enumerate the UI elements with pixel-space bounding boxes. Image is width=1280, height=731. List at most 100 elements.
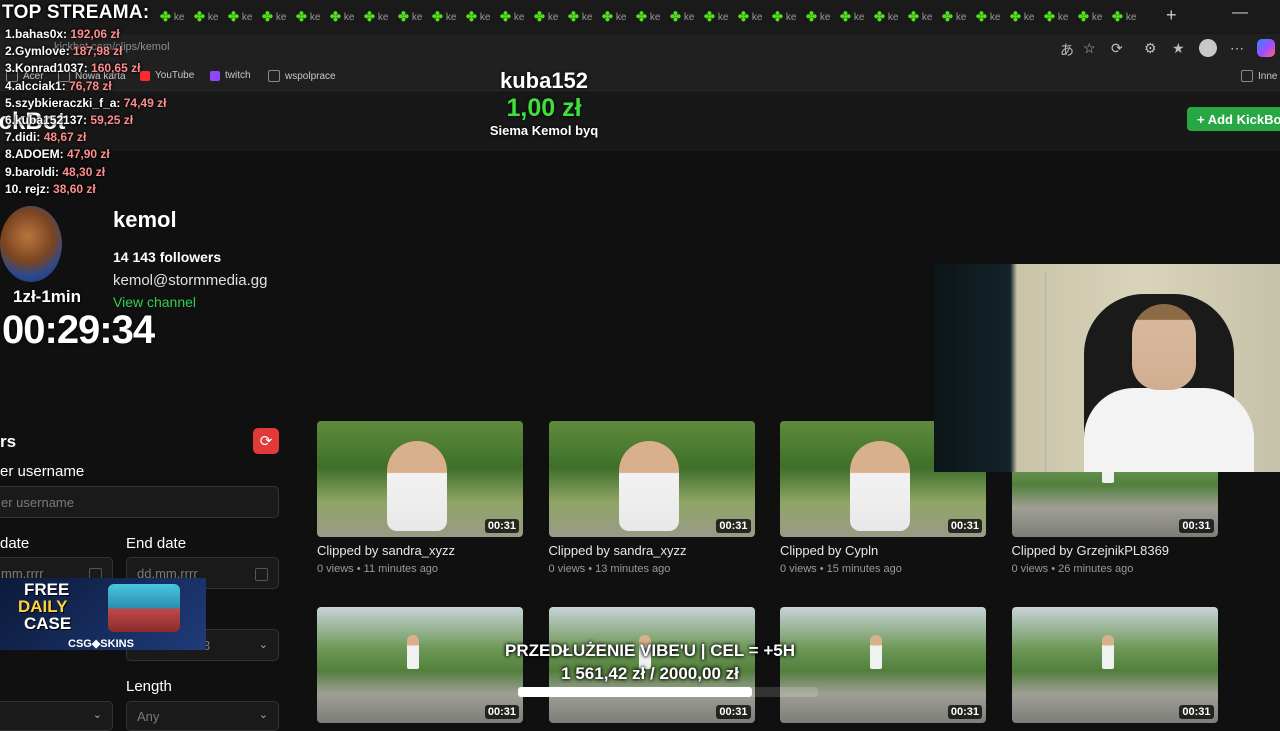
bookmark-wspolprace[interactable]: wspolprace <box>268 70 336 82</box>
leaderboard-name: 5.szybkieraczki_f_a: <box>5 95 121 110</box>
bookmark-youtube[interactable]: YouTube <box>140 70 194 81</box>
tab-label: ke <box>207 11 219 23</box>
donation-message: Siema Kemol byq <box>489 123 599 138</box>
browser-tab[interactable]: ✤ ke <box>772 6 806 28</box>
leaderboard-amount: 187,98 zł <box>73 44 123 59</box>
browser-tab[interactable]: ✤ ke <box>636 6 670 28</box>
browser-tab[interactable]: ✤ ke <box>296 6 330 28</box>
browser-tab[interactable]: ✤ ke <box>908 6 942 28</box>
browser-tab[interactable]: ✤ ke <box>534 6 568 28</box>
leaderboard-row: 4.alcciak1: 76,78 zł <box>5 79 112 93</box>
extensions-icon[interactable]: ⚙ <box>1144 40 1157 57</box>
refresh-filters-button[interactable]: ⟳ <box>253 428 279 454</box>
calendar-icon[interactable] <box>255 568 268 581</box>
clip-thumbnail[interactable]: 00:31 <box>317 421 523 537</box>
leaderboard-row: 1.bahas0x: 192,06 zł <box>5 27 120 41</box>
username-input[interactable]: er username <box>0 486 279 518</box>
leaderboard-row: 7.didi: 48,67 zł <box>5 130 86 144</box>
refresh-page-icon[interactable]: ⟳ <box>1111 40 1123 57</box>
clip-title[interactable]: Clipped by sandra_xyzz <box>317 543 523 558</box>
more-menu-icon[interactable]: ⋯ <box>1230 40 1244 57</box>
clover-icon: ✤ <box>670 9 681 24</box>
tab-strip: ✤ ke ✤ ke ✤ ke ✤ ke ✤ ke ✤ ke ✤ ke ✤ ke ✤ ke ✤ ke ✤ ke ✤ ke ✤ ke ✤… <box>160 6 1146 28</box>
lamp <box>1044 272 1047 472</box>
clover-icon: ✤ <box>534 9 545 24</box>
browser-tab[interactable]: ✤ ke <box>1044 6 1078 28</box>
tab-label: ke <box>1057 11 1069 23</box>
streamer-figure <box>870 635 882 669</box>
browser-tab[interactable]: ✤ ke <box>364 6 398 28</box>
minimize-icon[interactable]: — <box>1232 4 1248 22</box>
browser-tab[interactable]: ✤ ke <box>976 6 1010 28</box>
start-date-label: date <box>0 535 30 552</box>
browser-tab[interactable]: ✤ ke <box>228 6 262 28</box>
browser-tab[interactable]: ✤ ke <box>670 6 704 28</box>
browser-tab[interactable]: ✤ ke <box>806 6 840 28</box>
clip-card[interactable]: 00:31 Clipped by sandra_xyzz 0 views • 13 … <box>548 421 755 575</box>
browser-tab[interactable]: ✤ ke <box>466 6 500 28</box>
channel-email: kemol@stormmedia.gg <box>113 272 268 289</box>
promo-case: CASE <box>24 614 72 633</box>
browser-tab[interactable]: ✤ ke <box>398 6 432 28</box>
chevron-down-icon: ⌄ <box>92 709 102 721</box>
browser-tab[interactable]: ✤ ke <box>840 6 874 28</box>
leaderboard-row: 9.baroldi: 48,30 zł <box>5 165 105 179</box>
clover-icon: ✤ <box>1044 9 1055 24</box>
browser-tab[interactable]: ✤ ke <box>602 6 636 28</box>
browser-tab[interactable]: ✤ ke <box>704 6 738 28</box>
bookmark-other[interactable]: Inne <box>1241 70 1277 82</box>
browser-tab[interactable]: ✤ ke <box>568 6 602 28</box>
clip-thumbnail[interactable]: 00:31 <box>548 421 755 537</box>
add-kickbot-button[interactable]: + Add KickBot <box>1187 107 1280 131</box>
clip-title[interactable]: Clipped by GrzejnikPL8369 <box>1012 543 1218 558</box>
leaderboard-name: 1.bahas0x: <box>5 27 68 41</box>
browser-tab[interactable]: ✤ ke <box>194 6 228 28</box>
clip-duration: 00:31 <box>484 519 519 533</box>
tab-label: ke <box>921 11 933 23</box>
streamer-body <box>1084 388 1254 472</box>
browser-tab[interactable]: ✤ ke <box>738 6 772 28</box>
clover-icon: ✤ <box>772 9 783 24</box>
browser-tab[interactable]: ✤ ke <box>942 6 976 28</box>
browser-tab[interactable]: ✤ ke <box>500 6 534 28</box>
clip-thumbnail[interactable]: 00:31 <box>1011 607 1218 723</box>
profile-avatar-icon[interactable] <box>1199 39 1217 57</box>
copilot-icon[interactable] <box>1257 39 1275 57</box>
browser-tab[interactable]: ✤ ke <box>1078 6 1112 28</box>
clip-card[interactable]: 00:31 <box>1011 607 1218 729</box>
clip-title[interactable]: Clipped by Cypln <box>780 543 986 558</box>
clip-title[interactable]: Clipped by sandra_xyzz <box>549 543 755 558</box>
tab-label: ke <box>1023 11 1035 23</box>
browser-tab[interactable]: ✤ ke <box>1112 6 1146 28</box>
chevron-down-icon: ⌄ <box>258 709 268 721</box>
favorites-icon[interactable]: ★ <box>1172 40 1185 57</box>
browser-tab[interactable]: ✤ ke <box>262 6 296 28</box>
leaderboard-row: 5.szybkieraczki_f_a: 74,49 zł <box>5 96 166 110</box>
clip-duration: 00:31 <box>716 705 751 719</box>
clover-icon: ✤ <box>1010 9 1021 24</box>
goal-progress-bar <box>518 687 818 697</box>
bookmark-label: twitch <box>225 70 251 81</box>
streamer-figure <box>618 441 679 531</box>
translate-icon[interactable]: あ <box>1060 40 1074 60</box>
bookmark-twitch[interactable]: twitch <box>210 70 251 81</box>
bookmark-label: YouTube <box>155 70 195 81</box>
browser-tab[interactable]: ✤ ke <box>160 6 194 28</box>
tab-label: ke <box>343 11 355 23</box>
leaderboard-name: 8.ADOEM: <box>5 147 64 162</box>
clover-icon: ✤ <box>1112 9 1123 24</box>
leaderboard-amount: 192,06 zł <box>70 27 120 41</box>
clip-card[interactable]: 00:31 Clipped by sandra_xyzz 0 views • 11 … <box>317 421 523 575</box>
favorite-star-icon[interactable]: ☆ <box>1083 40 1096 57</box>
new-tab-icon[interactable]: + <box>1166 5 1177 26</box>
bookmark-label: wspolprace <box>285 70 336 82</box>
browser-tab[interactable]: ✤ ke <box>330 6 364 28</box>
tab-label: ke <box>411 11 423 23</box>
browser-tab[interactable]: ✤ ke <box>874 6 908 28</box>
length-select[interactable]: Any ⌄ <box>126 701 279 731</box>
leaderboard-amount: 48,67 zł <box>43 130 87 145</box>
filter-select[interactable]: ⌄ <box>0 701 113 731</box>
tab-label: ke <box>819 11 831 23</box>
browser-tab[interactable]: ✤ ke <box>1010 6 1044 28</box>
browser-tab[interactable]: ✤ ke <box>432 6 466 28</box>
